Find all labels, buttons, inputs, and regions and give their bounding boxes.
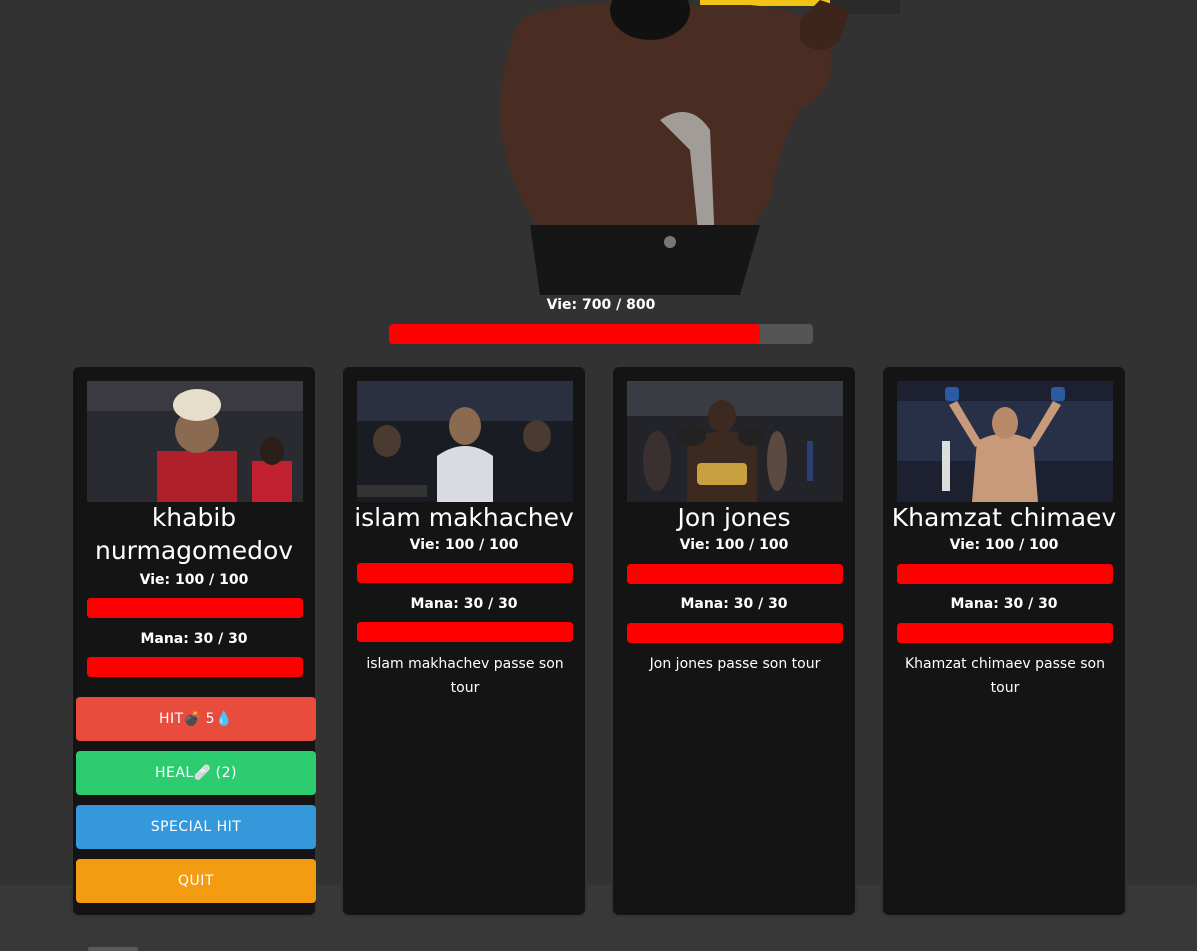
hero-mana-label: Mana: 30 / 30	[950, 596, 1058, 612]
hero-name: khabib nurmagomedov	[94, 503, 294, 565]
hero-mana-label: Mana: 30 / 30	[140, 631, 248, 647]
hero-mana-bar	[87, 657, 303, 677]
boss-life-label: Vie: 700 / 800	[546, 297, 656, 313]
hero-portrait	[87, 381, 303, 502]
heal-label: HEAL	[154, 765, 194, 781]
scrollbar-hint	[88, 947, 138, 951]
hero-life-bar	[627, 564, 843, 584]
hero-life-bar	[897, 564, 1113, 584]
boss-portrait	[500, 0, 901, 295]
hero-name: Jon jones	[677, 503, 791, 532]
hero-life-bar-fill	[627, 564, 843, 584]
hero-name: islam makhachev	[354, 503, 574, 532]
hero-mana-bar	[357, 622, 573, 642]
hit-button[interactable]: HIT 💣 5 💧	[76, 697, 316, 741]
hero-life-bar	[357, 563, 573, 583]
special-hit-button[interactable]: SPECIAL HIT	[76, 805, 316, 849]
hit-label: HIT	[158, 711, 184, 727]
bandage-icon: 🩹	[193, 765, 212, 781]
heal-count: (2)	[215, 765, 238, 781]
hero-portrait	[627, 381, 843, 502]
boss-life-bar	[389, 324, 813, 344]
hit-cost: 5	[205, 711, 216, 727]
turn-message: Khamzat chimaev passe son tour	[904, 656, 1105, 696]
hero-portrait	[897, 381, 1113, 502]
hero-name: Khamzat chimaev	[891, 503, 1117, 532]
hero-life-label: Vie: 100 / 100	[139, 572, 249, 588]
hero-card-islam: islam makhachev Vie: 100 / 100 Mana: 30 …	[341, 365, 587, 917]
heal-button[interactable]: HEAL 🩹 (2)	[76, 751, 316, 795]
hero-mana-label: Mana: 30 / 30	[410, 596, 518, 612]
quit-button[interactable]: QUIT	[76, 859, 316, 903]
hero-life-bar-fill	[87, 598, 303, 618]
hero-life-label: Vie: 100 / 100	[409, 537, 519, 553]
hero-mana-bar	[897, 623, 1113, 643]
hero-card-jon: Jon jones Vie: 100 / 100 Mana: 30 / 30 J…	[611, 365, 857, 917]
hero-life-bar	[87, 598, 303, 618]
hero-portrait	[357, 381, 573, 502]
hero-mana-bar	[627, 623, 843, 643]
hero-card-khamzat: Khamzat chimaev Vie: 100 / 100 Mana: 30 …	[881, 365, 1127, 917]
hero-mana-bar-fill	[627, 623, 843, 643]
hero-card-khabib: khabib nurmagomedov Vie: 100 / 100 Mana:…	[71, 365, 317, 917]
turn-message: Jon jones passe son tour	[649, 656, 821, 672]
hero-mana-label: Mana: 30 / 30	[680, 596, 788, 612]
turn-message: islam makhachev passe son tour	[366, 656, 564, 696]
hero-life-bar-fill	[357, 563, 573, 583]
hero-mana-bar-fill	[897, 623, 1113, 643]
hero-life-bar-fill	[897, 564, 1113, 584]
mana-drop-icon: 💧	[215, 711, 233, 727]
boss-life-bar-fill	[389, 324, 760, 344]
hero-mana-bar-fill	[87, 657, 303, 677]
hero-mana-bar-fill	[357, 622, 573, 642]
hero-life-label: Vie: 100 / 100	[949, 537, 1059, 553]
hero-life-label: Vie: 100 / 100	[679, 537, 789, 553]
bomb-icon: 💣	[183, 711, 202, 727]
